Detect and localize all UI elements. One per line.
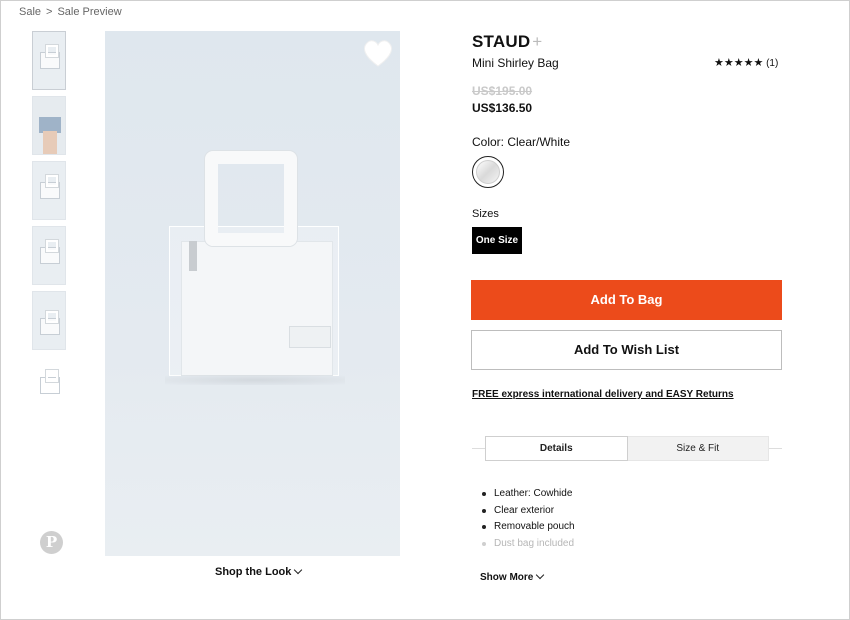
size-option-one-size[interactable]: One Size (472, 227, 522, 254)
original-price: US$195.00 (472, 84, 533, 98)
product-name: Mini Shirley Bag (472, 56, 559, 70)
bag-thumbnail-image (40, 240, 60, 264)
chevron-down-icon (536, 570, 545, 580)
rating[interactable]: ★★★★★ (1) (714, 56, 778, 69)
color-label: Color: Clear/White (472, 135, 571, 149)
thumbnail-6[interactable] (32, 356, 66, 415)
bag-shadow (165, 375, 345, 385)
star-rating-icon: ★★★★★ (714, 57, 764, 69)
thumbnail-2[interactable] (32, 96, 66, 155)
list-item: Removable pouch (480, 521, 575, 538)
breadcrumb-sale-preview[interactable]: Sale Preview (57, 6, 121, 18)
color-swatch-fill (476, 160, 500, 184)
tab-size-fit[interactable]: Size & Fit (628, 437, 769, 460)
model-legs-image (43, 131, 57, 154)
bag-illustration (169, 151, 339, 376)
bag-tag (289, 326, 331, 348)
breadcrumb: Sale > Sale Preview (19, 6, 122, 18)
show-more-button[interactable]: Show More (480, 570, 545, 583)
thumbnail-1[interactable] (32, 31, 66, 90)
sizes-label: Sizes (472, 208, 499, 220)
thumbnail-5[interactable] (32, 291, 66, 350)
chevron-down-icon (294, 565, 303, 575)
breadcrumb-separator: > (46, 6, 53, 18)
bag-thumbnail-image (40, 175, 60, 199)
follow-brand-plus-icon[interactable]: + (532, 32, 542, 51)
breadcrumb-sale[interactable]: Sale (19, 6, 41, 18)
bag-thumbnail-image (40, 311, 60, 335)
brand-name[interactable]: STAUD + (472, 32, 542, 52)
sale-price: US$136.50 (472, 101, 533, 115)
list-item: Clear exterior (480, 505, 575, 522)
bag-thumbnail-image (40, 45, 60, 69)
thumbnail-3[interactable] (32, 161, 66, 220)
brand-label: STAUD (472, 32, 531, 51)
bag-pouch (181, 241, 333, 376)
list-item: Leather: Cowhide (480, 488, 575, 505)
details-list: Leather: Cowhide Clear exterior Removabl… (480, 488, 575, 554)
bag-handle (205, 151, 297, 246)
heart-icon[interactable] (362, 38, 394, 68)
thumbnail-gallery (32, 31, 66, 421)
product-info-tabs: Details Size & Fit (485, 436, 769, 461)
add-to-bag-button[interactable]: Add To Bag (471, 280, 782, 320)
bag-thumbnail-image (40, 370, 60, 394)
main-product-image[interactable] (105, 31, 400, 556)
shop-the-look-link[interactable]: Shop the Look (215, 565, 303, 578)
show-more-label: Show More (480, 572, 534, 583)
bag-zipper (189, 241, 197, 271)
shop-the-look-label: Shop the Look (215, 566, 292, 578)
review-count: (1) (766, 58, 779, 69)
color-swatch-clear-white[interactable] (472, 156, 504, 188)
pinterest-icon[interactable]: P (40, 531, 63, 554)
tab-details[interactable]: Details (485, 436, 628, 461)
thumbnail-4[interactable] (32, 226, 66, 285)
list-item: Dust bag included (480, 538, 575, 555)
add-to-wishlist-button[interactable]: Add To Wish List (471, 330, 782, 370)
delivery-returns-link[interactable]: FREE express international delivery and … (472, 389, 734, 400)
